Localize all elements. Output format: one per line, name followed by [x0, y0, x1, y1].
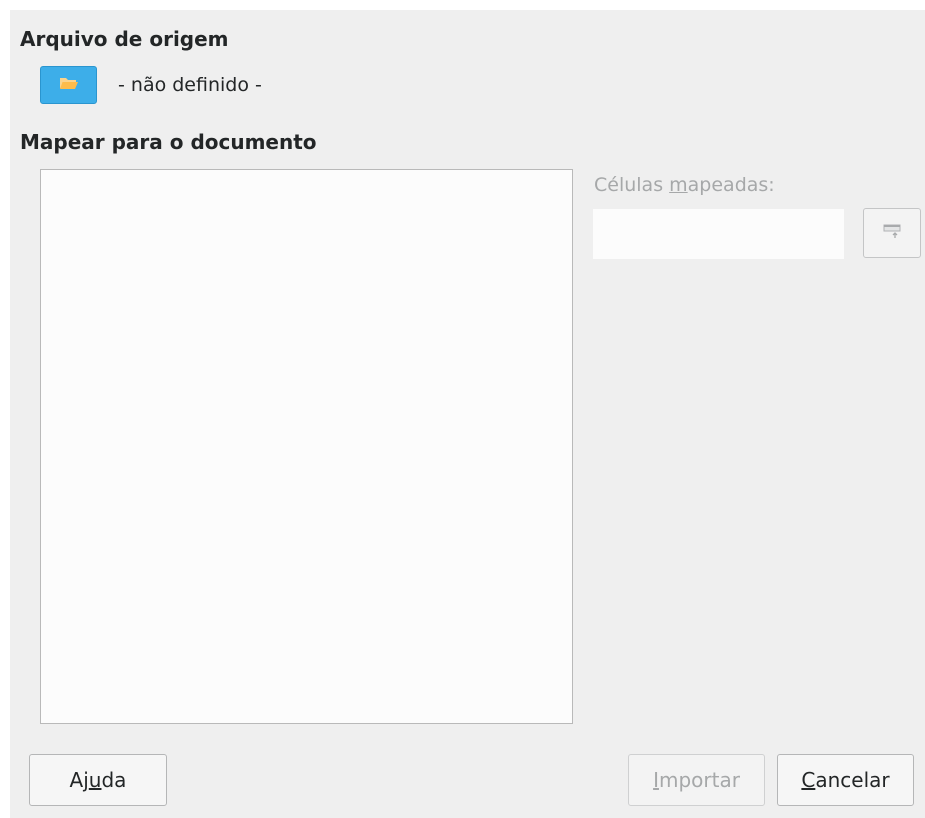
mapped-cells-label-prefix: Células	[594, 174, 670, 196]
browse-source-button[interactable]	[40, 66, 97, 104]
mapped-cells-input[interactable]	[593, 209, 844, 259]
help-button[interactable]: Aj u da	[29, 754, 167, 806]
help-button-label-mnemonic: u	[88, 768, 102, 792]
mapped-cells-label-rest: apeadas:	[687, 174, 775, 196]
cancel-button-label-mnemonic: C	[801, 768, 816, 792]
folder-open-icon	[59, 75, 79, 95]
map-to-document-heading: Mapear para o documento	[20, 130, 317, 154]
source-file-value: - não definido -	[118, 74, 262, 96]
shrink-dialog-button[interactable]	[863, 208, 921, 258]
help-button-label-post: da	[101, 768, 127, 792]
xml-source-dialog: Arquivo de origem - não definido - Mapea…	[10, 10, 925, 818]
mapped-cells-label-mnemonic: m	[669, 174, 688, 196]
import-button-label-rest: mportar	[658, 768, 740, 792]
import-button[interactable]: Importar	[628, 754, 765, 806]
xml-structure-tree[interactable]	[40, 169, 573, 724]
source-file-heading: Arquivo de origem	[20, 27, 229, 51]
help-button-label-pre: Aj	[69, 768, 89, 792]
cancel-button-label-rest: ancelar	[815, 768, 890, 792]
shrink-dialog-icon	[882, 223, 902, 243]
mapped-cells-label: Células mapeadas:	[594, 174, 775, 196]
cancel-button[interactable]: Cancelar	[777, 754, 914, 806]
